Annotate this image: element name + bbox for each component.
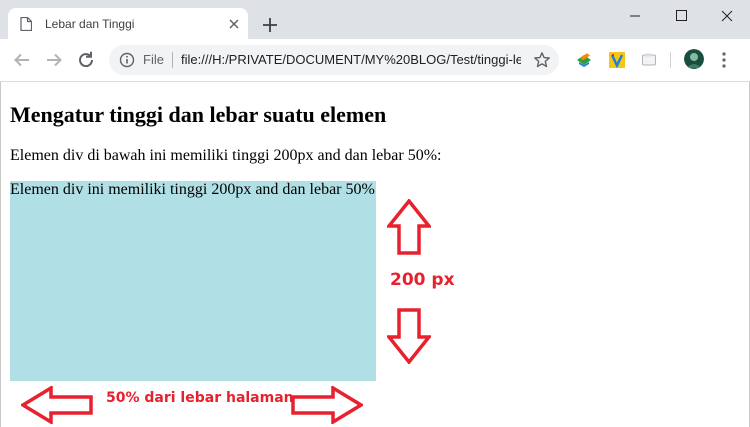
vimium-extension-icon[interactable]: [608, 51, 626, 69]
down-arrow-icon: [387, 308, 431, 364]
more-options-icon[interactable]: [716, 51, 732, 69]
browser-titlebar: Lebar dan Tinggi: [0, 0, 750, 39]
minimize-icon[interactable]: [612, 0, 658, 32]
demo-div-box: Elemen div ini memiliki tinggi 200px and…: [10, 181, 376, 381]
new-tab-icon[interactable]: [260, 15, 280, 35]
browser-toolbar: File file:///H:/PRIVATE/DOCUMENT/MY%20BL…: [0, 39, 750, 82]
toolbar-divider: [670, 52, 671, 68]
extension-puzzle-icon[interactable]: [640, 51, 658, 69]
up-arrow-icon: [387, 199, 431, 255]
address-bar[interactable]: File file:///H:/PRIVATE/DOCUMENT/MY%20BL…: [109, 45, 559, 75]
page-description: Elemen div di bawah ini memiliki tinggi …: [10, 147, 442, 164]
forward-arrow-icon[interactable]: [43, 49, 65, 71]
right-arrow-icon: [291, 386, 363, 424]
bookmark-star-icon[interactable]: [533, 51, 551, 69]
demo-box-text: Elemen div ini memiliki tinggi 200px and…: [10, 181, 375, 198]
page-viewport: Mengatur tinggi dan lebar suatu elemen E…: [0, 82, 750, 427]
document-icon: [20, 17, 32, 31]
omnibox-divider: [172, 52, 173, 68]
profile-avatar[interactable]: [684, 49, 704, 69]
reload-icon[interactable]: [75, 49, 97, 71]
tab-title: Lebar dan Tinggi: [45, 17, 135, 31]
back-arrow-icon[interactable]: [11, 49, 33, 71]
left-arrow-icon: [21, 386, 93, 424]
close-tab-icon[interactable]: [226, 16, 242, 32]
file-scheme-label: File: [143, 52, 164, 67]
height-annotation: 200 px: [390, 270, 455, 290]
width-annotation: 50% dari lebar halaman: [106, 390, 294, 406]
maximize-icon[interactable]: [658, 0, 704, 32]
browser-tab[interactable]: Lebar dan Tinggi: [8, 8, 248, 39]
close-window-icon[interactable]: [704, 0, 750, 32]
url-text[interactable]: file:///H:/PRIVATE/DOCUMENT/MY%20BLOG/Te…: [181, 52, 521, 67]
info-icon[interactable]: [119, 52, 135, 68]
idm-extension-icon[interactable]: [575, 51, 593, 69]
page-title: Mengatur tinggi dan lebar suatu elemen: [10, 102, 387, 127]
